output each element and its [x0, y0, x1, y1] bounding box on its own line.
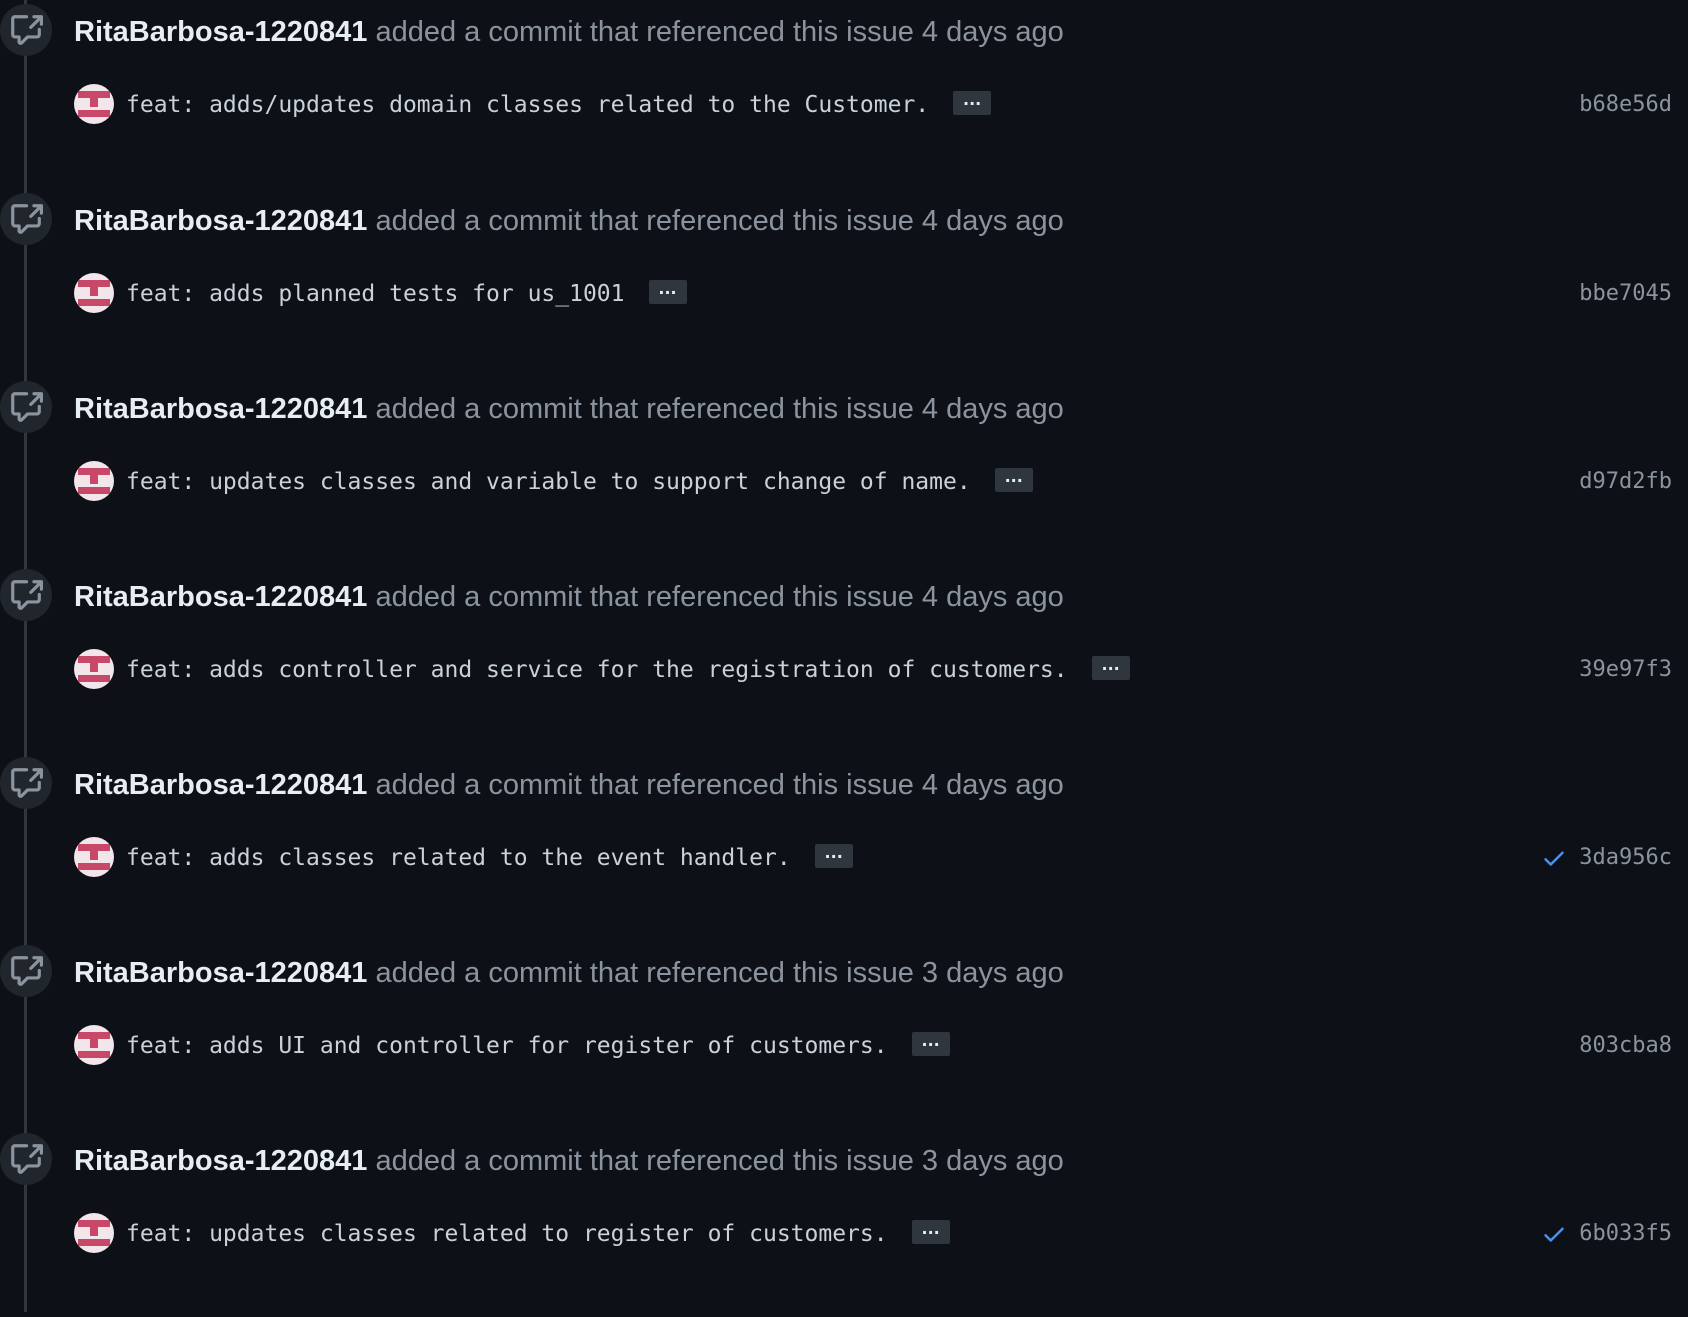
- event-time[interactable]: 4 days ago: [922, 581, 1064, 613]
- check-icon[interactable]: [1541, 1221, 1567, 1247]
- expand-message-button[interactable]: ...: [1091, 655, 1130, 680]
- cross-reference-icon: [0, 193, 52, 245]
- commit-message-text[interactable]: feat: adds classes related to the event …: [126, 845, 791, 871]
- author-link[interactable]: RitaBarbosa-1220841: [74, 1145, 367, 1177]
- commit-sha-group: 803cba8: [1579, 1031, 1672, 1061]
- commit-message-text[interactable]: feat: adds UI and controller for registe…: [126, 1033, 888, 1059]
- commit-message[interactable]: feat: adds planned tests for us_1001...: [126, 279, 687, 309]
- event-header: RitaBarbosa-1220841 added a commit that …: [74, 579, 1064, 615]
- commit-row: feat: adds UI and controller for registe…: [74, 1025, 1672, 1067]
- event-time[interactable]: 4 days ago: [922, 16, 1064, 48]
- event-header: RitaBarbosa-1220841 added a commit that …: [74, 14, 1064, 50]
- timeline-event: RitaBarbosa-1220841 added a commit that …: [0, 941, 1688, 1129]
- commit-row: feat: updates classes related to registe…: [74, 1213, 1672, 1255]
- event-header: RitaBarbosa-1220841 added a commit that …: [74, 1143, 1064, 1179]
- commit-sha[interactable]: 6b033f5: [1579, 1219, 1672, 1249]
- commit-message-text[interactable]: feat: updates classes related to registe…: [126, 1221, 888, 1247]
- author-link[interactable]: RitaBarbosa-1220841: [74, 393, 367, 425]
- commit-sha-group: b68e56d: [1579, 90, 1672, 120]
- commit-row: feat: adds planned tests for us_1001... …: [74, 273, 1672, 315]
- expand-message-button[interactable]: ...: [648, 279, 687, 304]
- commit-sha[interactable]: bbe7045: [1579, 279, 1672, 309]
- identicon-avatar[interactable]: [74, 84, 114, 124]
- commit-sha-group: bbe7045: [1579, 279, 1672, 309]
- expand-message-button[interactable]: ...: [911, 1219, 950, 1244]
- event-time[interactable]: 4 days ago: [922, 205, 1064, 237]
- event-action: added a commit that referenced this issu…: [375, 1145, 914, 1177]
- author-link[interactable]: RitaBarbosa-1220841: [74, 205, 367, 237]
- commit-message-text[interactable]: feat: updates classes and variable to su…: [126, 469, 971, 495]
- timeline-event: RitaBarbosa-1220841 added a commit that …: [0, 189, 1688, 377]
- event-header: RitaBarbosa-1220841 added a commit that …: [74, 955, 1064, 991]
- timeline-event: RitaBarbosa-1220841 added a commit that …: [0, 0, 1688, 188]
- cross-reference-icon: [0, 569, 52, 621]
- cross-reference-icon: [0, 1133, 52, 1185]
- timeline: RitaBarbosa-1220841 added a commit that …: [0, 0, 1688, 1312]
- commit-message-text[interactable]: feat: adds/updates domain classes relate…: [126, 92, 929, 118]
- identicon-avatar[interactable]: [74, 273, 114, 313]
- commit-row: feat: adds/updates domain classes relate…: [74, 84, 1672, 126]
- identicon-avatar[interactable]: [74, 649, 114, 689]
- event-action: added a commit that referenced this issu…: [375, 581, 914, 613]
- commit-sha[interactable]: 3da956c: [1579, 843, 1672, 873]
- timeline-event: RitaBarbosa-1220841 added a commit that …: [0, 377, 1688, 565]
- event-action: added a commit that referenced this issu…: [375, 16, 914, 48]
- timeline-event: RitaBarbosa-1220841 added a commit that …: [0, 565, 1688, 753]
- commit-message[interactable]: feat: adds classes related to the event …: [126, 843, 853, 873]
- identicon-avatar[interactable]: [74, 837, 114, 877]
- commit-sha[interactable]: 39e97f3: [1579, 655, 1672, 685]
- cross-reference-icon: [0, 4, 52, 56]
- commit-message[interactable]: feat: adds UI and controller for registe…: [126, 1031, 950, 1061]
- event-action: added a commit that referenced this issu…: [375, 393, 914, 425]
- author-link[interactable]: RitaBarbosa-1220841: [74, 957, 367, 989]
- expand-message-button[interactable]: ...: [994, 467, 1033, 492]
- commit-message[interactable]: feat: updates classes and variable to su…: [126, 467, 1033, 497]
- commit-message-text[interactable]: feat: adds planned tests for us_1001: [126, 281, 625, 307]
- expand-message-button[interactable]: ...: [953, 90, 992, 115]
- commit-message-text[interactable]: feat: adds controller and service for th…: [126, 657, 1068, 683]
- event-action: added a commit that referenced this issu…: [375, 957, 914, 989]
- event-header: RitaBarbosa-1220841 added a commit that …: [74, 767, 1064, 803]
- event-header: RitaBarbosa-1220841 added a commit that …: [74, 391, 1064, 427]
- expand-message-button[interactable]: ...: [911, 1031, 950, 1056]
- commit-sha-group: d97d2fb: [1579, 467, 1672, 497]
- event-action: added a commit that referenced this issu…: [375, 769, 914, 801]
- commit-message[interactable]: feat: adds controller and service for th…: [126, 655, 1130, 685]
- author-link[interactable]: RitaBarbosa-1220841: [74, 769, 367, 801]
- commit-row: feat: adds classes related to the event …: [74, 837, 1672, 879]
- check-icon[interactable]: [1541, 845, 1567, 871]
- commit-sha[interactable]: d97d2fb: [1579, 467, 1672, 497]
- commit-row: feat: updates classes and variable to su…: [74, 461, 1672, 503]
- expand-message-button[interactable]: ...: [814, 843, 853, 868]
- timeline-event: RitaBarbosa-1220841 added a commit that …: [0, 753, 1688, 941]
- event-action: added a commit that referenced this issu…: [375, 205, 914, 237]
- identicon-avatar[interactable]: [74, 1213, 114, 1253]
- commit-message[interactable]: feat: adds/updates domain classes relate…: [126, 90, 992, 120]
- commit-sha-group: 6b033f5: [1541, 1219, 1672, 1249]
- event-time[interactable]: 4 days ago: [922, 769, 1064, 801]
- commit-message[interactable]: feat: updates classes related to registe…: [126, 1219, 950, 1249]
- event-header: RitaBarbosa-1220841 added a commit that …: [74, 203, 1064, 239]
- author-link[interactable]: RitaBarbosa-1220841: [74, 581, 367, 613]
- commit-sha-group: 39e97f3: [1579, 655, 1672, 685]
- event-time[interactable]: 3 days ago: [922, 957, 1064, 989]
- identicon-avatar[interactable]: [74, 1025, 114, 1065]
- commit-sha-group: 3da956c: [1541, 843, 1672, 873]
- cross-reference-icon: [0, 757, 52, 809]
- event-time[interactable]: 4 days ago: [922, 393, 1064, 425]
- commit-row: feat: adds controller and service for th…: [74, 649, 1672, 691]
- timeline-event: RitaBarbosa-1220841 added a commit that …: [0, 1129, 1688, 1317]
- cross-reference-icon: [0, 945, 52, 997]
- commit-sha[interactable]: 803cba8: [1579, 1031, 1672, 1061]
- author-link[interactable]: RitaBarbosa-1220841: [74, 16, 367, 48]
- cross-reference-icon: [0, 381, 52, 433]
- identicon-avatar[interactable]: [74, 461, 114, 501]
- event-time[interactable]: 3 days ago: [922, 1145, 1064, 1177]
- commit-sha[interactable]: b68e56d: [1579, 90, 1672, 120]
